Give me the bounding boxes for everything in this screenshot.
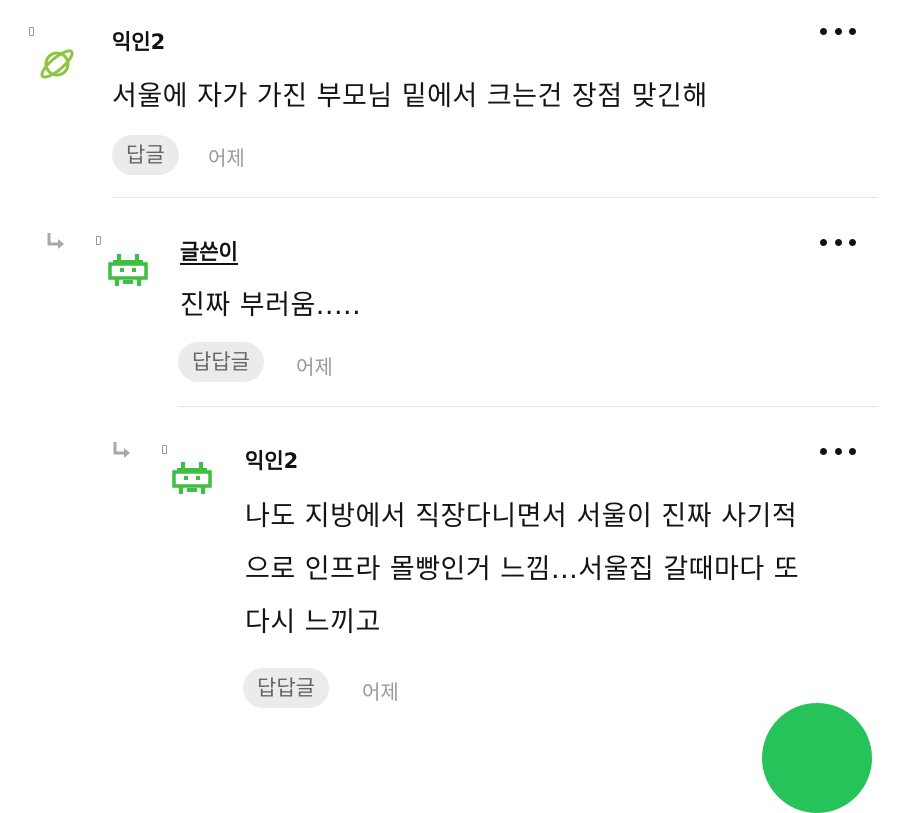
reply-button[interactable]: 답답글 [243,668,329,708]
comment-text-line: 으로 인프라 몰빵인거 느낌...서울집 갈때마다 또 [245,554,800,585]
comment-text: 진짜 부러움..... [180,290,362,321]
timestamp: 어제 [362,680,399,704]
reply-arrow-icon [47,233,64,249]
space-invader-icon [172,462,212,494]
comment-3: 익인2 나도 지방에서 직장다니면서 서울이 진짜 사기적 으로 인프라 몰빵인… [0,408,900,725]
more-options-icon[interactable] [820,22,856,40]
planet-icon [40,49,74,79]
reply-arrow-icon [113,442,130,458]
reply-button[interactable]: 답답글 [178,342,264,382]
comment-author[interactable]: 익인2 [112,26,165,56]
reply-button[interactable]: 답글 [112,135,179,175]
more-options-icon[interactable] [820,442,856,460]
space-invader-icon [108,254,148,286]
timestamp: 어제 [208,146,245,170]
timestamp: 어제 [296,355,333,379]
comment-text-line: 나도 지방에서 직장다니면서 서울이 진짜 사기적 [245,501,798,532]
level-marker-icon [29,27,34,36]
divider [178,406,878,407]
comment-author[interactable]: 익인2 [245,445,298,475]
more-options-icon[interactable] [820,233,856,251]
comment-text: 나도 지방에서 직장다니면서 서울이 진짜 사기적 으로 인프라 몰빵인거 느낌… [245,490,885,649]
floating-action-button[interactable] [762,703,872,813]
comment-2: 글쓴이 진짜 부러움..... 답답글 어제 [0,199,900,407]
comment-text-line: 다시 느끼고 [245,607,381,638]
level-marker-icon [162,445,167,454]
comment-1: 익인2 서울에 자가 가진 부모님 밑에서 크는건 장점 맞긴해 답글 어제 [0,0,900,198]
divider [112,197,878,198]
level-marker-icon [96,236,101,245]
comment-author[interactable]: 글쓴이 [180,236,238,266]
comment-text: 서울에 자가 가진 부모님 밑에서 크는건 장점 맞긴해 [112,81,708,112]
